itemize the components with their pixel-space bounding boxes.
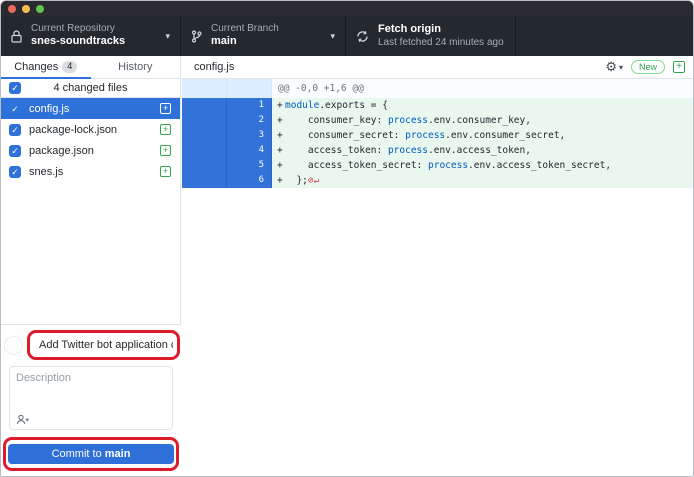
- new-file-badge: New: [631, 60, 665, 74]
- lock-icon: [11, 30, 22, 43]
- current-repository-button[interactable]: Current Repository snes-soundtracks ▾: [1, 16, 181, 56]
- chevron-down-icon: ▾: [619, 63, 623, 72]
- commit-button-row: Commit to main: [1, 436, 181, 472]
- line-number: 2: [227, 113, 272, 128]
- diff-options-button[interactable]: ⚙ ▾: [605, 59, 623, 75]
- line-code: +module.exports = {: [272, 98, 693, 113]
- fetch-origin-button[interactable]: Fetch origin Last fetched 24 minutes ago: [346, 16, 516, 56]
- no-newline-icon: ⊘↵: [308, 175, 319, 186]
- file-row-package-lock-json[interactable]: ✓ package-lock.json +: [1, 119, 180, 140]
- minimize-window-icon[interactable]: [22, 5, 30, 13]
- file-checkbox[interactable]: ✓: [9, 166, 21, 178]
- diff-line-2: 2 + consumer_key: process.env.consumer_k…: [182, 113, 693, 128]
- repository-name: snes-soundtracks: [31, 35, 125, 49]
- commit-summary-row: [1, 329, 181, 361]
- tab-changes[interactable]: Changes 4: [1, 56, 91, 78]
- file-checkbox[interactable]: ✓: [9, 124, 21, 136]
- commit-description-input[interactable]: [10, 367, 172, 413]
- chevron-down-icon: ▾: [322, 31, 335, 42]
- line-toggle-gutter[interactable]: 4: [182, 143, 272, 158]
- annotation-box-commit: Commit to main: [3, 437, 179, 471]
- line-code: + consumer_key: process.env.consumer_key…: [272, 113, 693, 128]
- line-toggle-gutter[interactable]: 6: [182, 173, 272, 188]
- file-row-snes-js[interactable]: ✓ snes.js +: [1, 161, 180, 182]
- commit-button[interactable]: Commit to main: [8, 444, 174, 464]
- commit-button-branch: main: [105, 448, 131, 460]
- tab-history-label: History: [118, 61, 152, 73]
- fetch-subtitle: Last fetched 24 minutes ago: [378, 37, 504, 50]
- file-row-package-json[interactable]: ✓ package.json +: [1, 140, 180, 161]
- diff-panel: config.js ⚙ ▾ New + @@ -0,0 +1,6 @@ 1 +m…: [182, 56, 693, 476]
- changed-files-count: 4 changed files: [1, 82, 180, 94]
- file-row-config-js[interactable]: ✓ config.js +: [1, 98, 180, 119]
- diff-empty-area: [182, 188, 693, 476]
- commit-description-box: [9, 366, 173, 430]
- file-checkbox[interactable]: ✓: [9, 145, 21, 157]
- changes-count-badge: 4: [62, 61, 77, 73]
- line-code: + access_token: process.env.access_token…: [272, 143, 693, 158]
- line-code: + consumer_secret: process.env.consumer_…: [272, 128, 693, 143]
- added-status-icon: +: [160, 103, 171, 114]
- line-toggle-gutter[interactable]: 2: [182, 113, 272, 128]
- github-desktop-window: Current Repository snes-soundtracks ▾ Cu…: [0, 0, 694, 477]
- line-toggle-gutter[interactable]: 1: [182, 98, 272, 113]
- added-status-icon: +: [160, 166, 171, 177]
- close-window-icon[interactable]: [8, 5, 16, 13]
- toolbar: Current Repository snes-soundtracks ▾ Cu…: [1, 16, 693, 56]
- hunk-gutter: [182, 79, 272, 98]
- toolbar-spacer: [516, 16, 693, 56]
- file-checkbox[interactable]: ✓: [9, 103, 21, 115]
- diff-file-header: config.js ⚙ ▾ New +: [182, 56, 693, 79]
- line-number: 6: [227, 173, 272, 188]
- hunk-header-row: @@ -0,0 +1,6 @@: [182, 79, 693, 98]
- branch-icon: [191, 30, 202, 43]
- line-number: 4: [227, 143, 272, 158]
- diff-line-3: 3 + consumer_secret: process.env.consume…: [182, 128, 693, 143]
- zoom-window-icon[interactable]: [36, 5, 44, 13]
- file-name: config.js: [29, 103, 160, 115]
- tab-history[interactable]: History: [91, 56, 181, 78]
- line-number: 1: [227, 98, 272, 113]
- add-coauthor-icon[interactable]: [16, 414, 30, 425]
- diff-line-4: 4 + access_token: process.env.access_tok…: [182, 143, 693, 158]
- file-name: snes.js: [29, 166, 160, 178]
- title-bar: [1, 1, 693, 16]
- branch-name: main: [211, 35, 279, 49]
- current-branch-button[interactable]: Current Branch main ▾: [181, 16, 346, 56]
- diff-line-5: 5 + access_token_secret: process.env.acc…: [182, 158, 693, 173]
- sidebar-tabs: Changes 4 History: [1, 56, 180, 79]
- diff-line-6: 6 + };⊘↵: [182, 173, 693, 188]
- line-code: + access_token_secret: process.env.acces…: [272, 158, 693, 173]
- added-status-icon: +: [160, 145, 171, 156]
- commit-button-prefix: Commit to: [52, 448, 105, 460]
- line-number: 3: [227, 128, 272, 143]
- line-number: 5: [227, 158, 272, 173]
- commit-summary-input[interactable]: [30, 339, 177, 351]
- tab-changes-label: Changes: [14, 61, 58, 73]
- avatar: [4, 336, 23, 355]
- chevron-down-icon: ▾: [157, 31, 170, 42]
- diff-line-1: 1 +module.exports = {: [182, 98, 693, 113]
- line-toggle-gutter[interactable]: 5: [182, 158, 272, 173]
- annotation-box-summary: [27, 330, 180, 360]
- line-code: + };⊘↵: [272, 173, 693, 188]
- changed-files-header: ✓ 4 changed files: [1, 79, 180, 98]
- commit-panel: Commit to main: [1, 324, 181, 477]
- added-status-icon: +: [160, 124, 171, 135]
- changes-sidebar: Changes 4 History ✓ 4 changed files ✓ co…: [1, 56, 181, 477]
- sync-icon: [356, 30, 369, 43]
- diff-file-name: config.js: [194, 61, 605, 73]
- hunk-header-text: @@ -0,0 +1,6 @@: [272, 79, 693, 98]
- fetch-title: Fetch origin: [378, 23, 504, 37]
- expand-diff-button[interactable]: +: [673, 61, 685, 73]
- line-toggle-gutter[interactable]: 3: [182, 128, 272, 143]
- gear-icon: ⚙: [605, 59, 617, 75]
- file-name: package.json: [29, 145, 160, 157]
- file-name: package-lock.json: [29, 124, 160, 136]
- repository-label: Current Repository: [31, 23, 125, 36]
- branch-label: Current Branch: [211, 23, 279, 36]
